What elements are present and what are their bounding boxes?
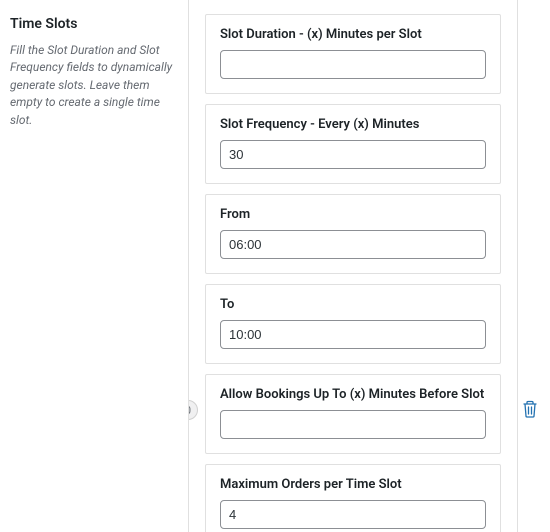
max-orders-input[interactable] <box>220 500 486 529</box>
slot-duration-label: Slot Duration - (x) Minutes per Slot <box>220 27 486 42</box>
slot-from-input[interactable] <box>220 230 486 259</box>
delete-slot-button[interactable] <box>522 400 538 422</box>
slot-frequency-group: Slot Frequency - Every (x) Minutes <box>205 104 501 184</box>
slot-to-input[interactable] <box>220 320 486 349</box>
slot-to-label: To <box>220 297 486 312</box>
right-rail <box>518 0 550 532</box>
slot-frequency-label: Slot Frequency - Every (x) Minutes <box>220 117 486 132</box>
allow-before-input[interactable] <box>220 410 486 439</box>
trash-icon <box>522 400 538 418</box>
sidebar-title: Time Slots <box>10 16 176 32</box>
slot-index-badge: 0 <box>188 400 198 420</box>
max-orders-label: Maximum Orders per Time Slot <box>220 477 486 492</box>
allow-before-label: Allow Bookings Up To (x) Minutes Before … <box>220 387 486 402</box>
sidebar-description: Fill the Slot Duration and Slot Frequenc… <box>10 42 176 129</box>
slot-duration-input[interactable] <box>220 50 486 79</box>
slot-frequency-input[interactable] <box>220 140 486 169</box>
slot-from-group: From <box>205 194 501 274</box>
max-orders-group: Maximum Orders per Time Slot <box>205 464 501 532</box>
slot-duration-group: Slot Duration - (x) Minutes per Slot <box>205 14 501 94</box>
sidebar: Time Slots Fill the Slot Duration and Sl… <box>0 0 188 532</box>
time-slot-panel: 0 Slot Duration - (x) Minutes per Slot S… <box>188 0 518 532</box>
slot-from-label: From <box>220 207 486 222</box>
allow-before-group: Allow Bookings Up To (x) Minutes Before … <box>205 374 501 454</box>
slot-to-group: To <box>205 284 501 364</box>
